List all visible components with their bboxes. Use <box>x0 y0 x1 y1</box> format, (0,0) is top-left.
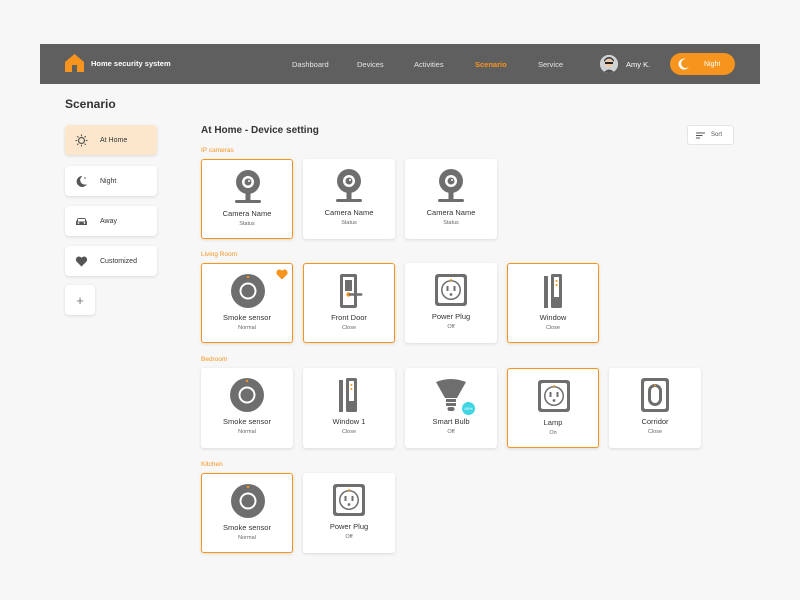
scenario-label: Customized <box>100 257 137 265</box>
device-card[interactable]: Lamp On <box>507 368 599 448</box>
device-card[interactable]: Power Plug Off <box>303 473 395 553</box>
device-card[interactable]: Corridor Close <box>609 368 701 448</box>
device-status: Close <box>341 325 357 331</box>
group-label-kitchen: Kitchen <box>201 461 223 468</box>
device-card[interactable]: Front Door Close <box>303 263 395 343</box>
device-name: Camera Name <box>222 209 272 218</box>
device-name: Corridor <box>641 417 669 426</box>
device-status: Status <box>239 221 255 227</box>
car-icon <box>76 217 87 225</box>
device-name: Power Plug <box>329 522 369 531</box>
device-status: Normal <box>238 429 256 435</box>
nav-service[interactable]: Service <box>538 60 563 69</box>
group-label-ip-cameras: IP cameras <box>201 147 234 154</box>
device-name: Window <box>539 313 567 322</box>
device-status: Close <box>647 429 663 435</box>
home-logo-icon <box>65 54 84 72</box>
power-plug-icon <box>538 380 570 412</box>
device-status: Normal <box>238 325 256 331</box>
device-card[interactable]: Camera Name Status <box>303 159 395 239</box>
scenario-customized[interactable]: Customized <box>65 246 157 276</box>
device-card[interactable]: Smoke sensor Normal <box>201 263 293 343</box>
device-card[interactable]: 80% Smart Bulb Off <box>405 368 497 448</box>
brightness-badge: 80% <box>462 402 475 415</box>
smoke-sensor-icon <box>231 484 265 518</box>
camera-icon <box>438 169 464 202</box>
avatar <box>600 55 618 73</box>
section-title: At Home - Device setting <box>201 125 319 136</box>
group-label-living-room: Living Room <box>201 251 238 258</box>
sun-icon <box>75 134 88 146</box>
device-name: Smart Bulb <box>432 417 470 426</box>
scenario-away[interactable]: Away <box>65 206 157 236</box>
device-card[interactable]: Smoke sensor Normal <box>201 368 293 448</box>
user-menu[interactable]: Amy K. <box>600 55 650 73</box>
smoke-sensor-icon <box>231 274 265 308</box>
sort-label: Sort <box>711 132 723 138</box>
mode-label: Night <box>704 60 721 68</box>
nav-devices[interactable]: Devices <box>357 60 384 69</box>
nav-scenario[interactable]: Scenario <box>475 60 507 69</box>
scenario-label: Night <box>100 177 117 185</box>
device-status: Status <box>443 220 459 226</box>
camera-icon <box>336 169 362 202</box>
device-card[interactable]: Camera Name Status <box>201 159 293 239</box>
window-sensor-icon <box>339 378 357 412</box>
device-status: Off <box>345 534 353 540</box>
sort-button[interactable]: Sort <box>687 125 734 145</box>
smoke-sensor-icon <box>230 378 264 412</box>
power-plug-icon <box>435 274 467 306</box>
device-name: Camera Name <box>426 208 476 217</box>
heart-icon <box>75 256 88 266</box>
device-name: Smoke sensor <box>223 523 271 532</box>
device-name: Front Door <box>331 313 367 322</box>
device-name: Smoke sensor <box>223 313 271 322</box>
app-title: Home security system <box>91 58 171 68</box>
scenario-label: Away <box>100 217 117 225</box>
device-status: Status <box>341 220 357 226</box>
device-status: Close <box>545 325 561 331</box>
device-name: Power Plug <box>431 312 471 321</box>
group-label-bedroom: Bedroom <box>201 356 228 363</box>
brand[interactable]: Home security system <box>64 53 171 73</box>
favorite-heart-icon[interactable] <box>276 269 288 280</box>
device-name: Window 1 <box>332 417 366 426</box>
window-sensor-icon <box>544 274 562 308</box>
device-status: Off <box>447 324 455 330</box>
motion-sensor-icon <box>641 378 669 412</box>
mode-night-button[interactable]: Night <box>670 53 735 75</box>
device-card[interactable]: Smoke sensor Normal <box>201 473 293 553</box>
device-name: Lamp <box>543 418 563 427</box>
scenario-label: At Home <box>100 136 128 144</box>
device-status: Close <box>341 429 357 435</box>
device-name: Camera Name <box>324 208 374 217</box>
add-scenario-button[interactable]: + <box>65 285 95 315</box>
device-status: On <box>549 430 557 436</box>
device-card[interactable]: Power Plug Off <box>405 263 497 343</box>
device-status: Normal <box>238 535 256 541</box>
power-plug-icon <box>333 484 365 516</box>
door-lock-icon <box>340 274 363 308</box>
page-title: Scenario <box>65 97 116 111</box>
moon-icon <box>76 175 87 187</box>
scenario-at-home[interactable]: At Home <box>65 125 157 155</box>
scenario-night[interactable]: Night <box>65 166 157 196</box>
moon-icon <box>678 58 689 70</box>
sort-icon <box>696 132 705 138</box>
device-name: Smoke sensor <box>223 417 271 426</box>
device-card[interactable]: Window 1 Close <box>303 368 395 448</box>
top-navigation-bar: Home security system Dashboard Devices A… <box>40 44 760 84</box>
nav-dashboard[interactable]: Dashboard <box>292 60 329 69</box>
nav-activities[interactable]: Activities <box>414 60 444 69</box>
device-card[interactable]: Camera Name Status <box>405 159 497 239</box>
camera-icon <box>235 170 261 203</box>
user-name: Amy K. <box>626 59 651 69</box>
device-card[interactable]: Window Close <box>507 263 599 343</box>
device-status: Off <box>447 429 455 435</box>
